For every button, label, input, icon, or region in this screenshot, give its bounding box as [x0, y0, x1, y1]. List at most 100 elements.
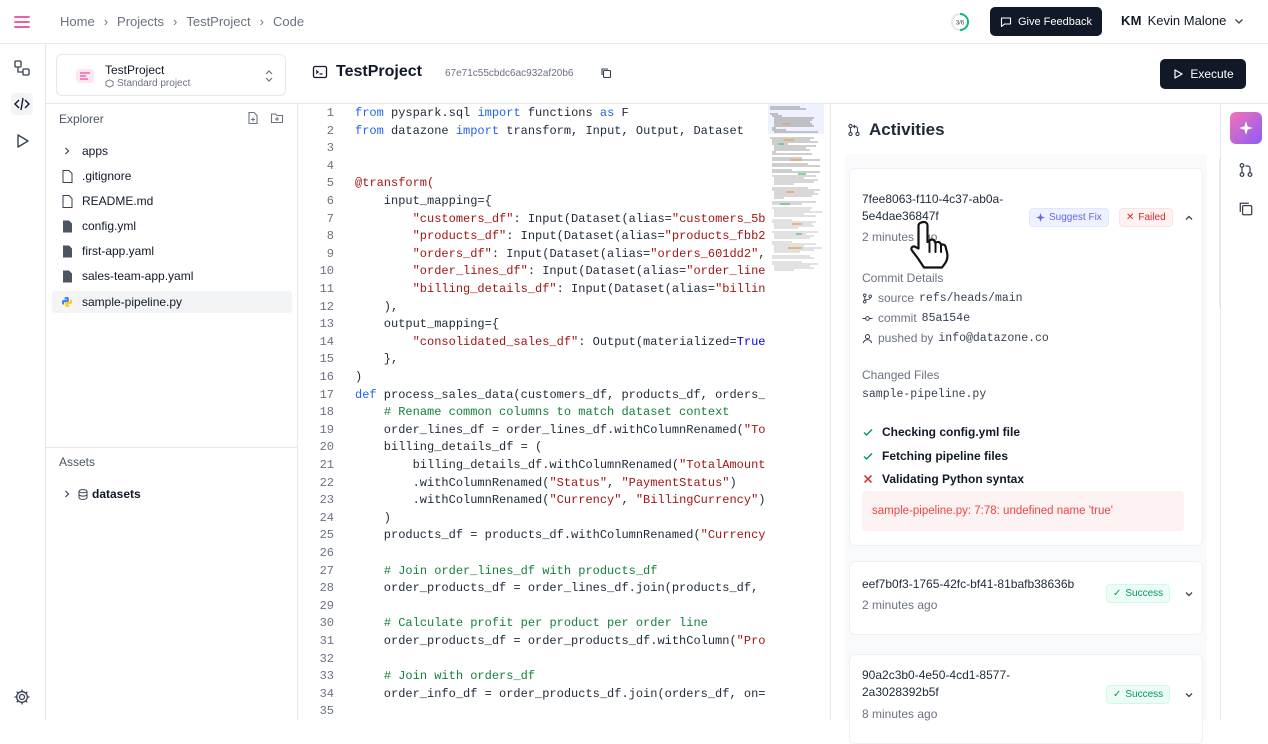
code-line: order_products_df = order_products_df.wi…: [355, 634, 765, 648]
tree-folder-datasets[interactable]: datasets: [52, 483, 292, 505]
new-folder-icon[interactable]: [270, 111, 284, 125]
chevron-up-icon[interactable]: [1183, 212, 1195, 224]
user-menu[interactable]: KM Kevin Malone: [1121, 13, 1246, 28]
line-number: 28: [319, 581, 334, 596]
chevron-right-icon: ›: [259, 14, 264, 29]
chevron-right-icon: [60, 146, 74, 156]
python-file-icon: [60, 296, 74, 308]
project-selector[interactable]: TestProject Standard project: [56, 54, 286, 96]
step-label: Validating Python syntax: [882, 472, 1025, 486]
code-line: "customers_df": Input(Dataset(alias="cus…: [412, 211, 765, 226]
settings-gear-icon[interactable]: [11, 686, 33, 708]
code-editor[interactable]: 1 2 3 4 5 6 7 8 9 10 11 12 13 14 15 16 17 18 19 20 21 22 23 24 2…: [298, 104, 830, 720]
assets-title: Assets: [59, 455, 96, 469]
chevron-up-down-icon: [263, 69, 275, 83]
pipelines-icon[interactable]: [11, 57, 33, 79]
project-name: TestProject: [105, 63, 165, 77]
code-line: ): [355, 370, 363, 384]
terminal-window-icon: [312, 65, 328, 79]
line-number: 23: [319, 493, 334, 508]
activity-time: 2 minutes ago: [862, 598, 938, 612]
tree-item-label: .gitignore: [82, 169, 132, 183]
chevron-right-icon: [60, 489, 74, 499]
tree-file-config[interactable]: config.yml: [52, 215, 292, 237]
code-line: "order_lines_df": Input(Dataset(alias="o…: [412, 264, 765, 279]
tree-item-label: README.md: [82, 194, 154, 208]
breadcrumb-project[interactable]: TestProject: [186, 14, 250, 29]
activity-card-failed[interactable]: 7fee8063-f110-4c37-ab0a-5e4dae36847f 2 m…: [849, 168, 1203, 546]
file-explorer: Explorer apps .gitignore README.md confi…: [46, 104, 298, 720]
commit-label: commit: [878, 311, 917, 325]
run-icon[interactable]: [11, 130, 33, 152]
pushed-value: info@datazone.co: [938, 331, 1049, 345]
line-number: 25: [319, 528, 334, 543]
activity-card-success[interactable]: eef7b0f3-1765-42fc-bf41-81bafb38636b 2 m…: [849, 561, 1203, 635]
code-line: ): [355, 510, 392, 525]
ai-assistant-sparkle-icon[interactable]: [1230, 112, 1262, 144]
chevron-down-icon[interactable]: [1183, 588, 1195, 600]
line-number: 34: [319, 686, 334, 701]
line-number: 6: [326, 194, 334, 208]
line-number: 26: [319, 546, 334, 560]
line-number: 16: [319, 370, 334, 384]
source-value: refs/heads/main: [919, 291, 1023, 305]
line-number: 27: [319, 563, 334, 578]
line-number: 5: [326, 176, 334, 191]
breadcrumb-current: Code: [273, 14, 305, 29]
tree-file-readme[interactable]: README.md: [52, 190, 292, 212]
onboarding-progress-ring[interactable]: 3/6: [950, 12, 970, 32]
code-line: billing_details_df = (: [355, 440, 543, 455]
line-number: 21: [319, 458, 334, 472]
execute-button[interactable]: Execute: [1160, 59, 1246, 89]
git-pull-request-icon[interactable]: [1238, 162, 1254, 178]
line-number: 13: [319, 317, 334, 332]
line-number: 33: [319, 669, 334, 684]
execute-label: Execute: [1190, 67, 1234, 81]
code-line: products_df = products_df.withColumnRena…: [355, 528, 765, 543]
activity-id: eef7b0f3-1765-42fc-bf41-81bafb38636b: [862, 577, 1075, 591]
file-icon: [60, 194, 74, 208]
chevron-down-icon[interactable]: [1183, 689, 1195, 701]
progress-label: 3/6: [956, 21, 965, 27]
activities-title: Activities: [869, 120, 945, 139]
commit-source: source refs/heads/main: [862, 291, 1023, 305]
new-file-icon[interactable]: [246, 111, 260, 125]
hamburger-menu-icon[interactable]: [12, 12, 32, 32]
code-line: # Join with orders_df: [383, 669, 536, 684]
line-number: 1: [326, 106, 334, 120]
code-line: },: [355, 352, 399, 367]
project-type: Standard project: [105, 78, 190, 89]
tree-file-gitignore[interactable]: .gitignore: [52, 165, 292, 187]
activity-card-success[interactable]: 90a2c3b0-4e50-4cd1-8577-2a3028392b5f 8 m…: [849, 654, 1203, 744]
copy-icon[interactable]: [1238, 201, 1254, 217]
step-label: Checking config.yml file: [882, 425, 1021, 439]
tree-file-sample-pipeline[interactable]: sample-pipeline.py: [52, 291, 292, 313]
tree-file-sales-team-app[interactable]: sales-team-app.yaml: [52, 265, 292, 287]
sparkle-icon: [1036, 213, 1045, 222]
give-feedback-button[interactable]: Give Feedback: [990, 7, 1102, 36]
breadcrumb-home[interactable]: Home: [60, 14, 95, 29]
line-number: 9: [326, 246, 334, 261]
code-minimap[interactable]: [768, 104, 824, 720]
code-line: "consolidated_sales_df": Output(material…: [412, 334, 765, 349]
file-title: TestProject: [312, 63, 422, 81]
check-icon: ✓: [1113, 689, 1122, 700]
activities-header: Activities: [847, 120, 945, 140]
code-icon[interactable]: [11, 93, 33, 115]
x-icon: [863, 474, 873, 484]
tree-folder-apps[interactable]: apps: [52, 140, 292, 162]
line-number: 32: [319, 651, 334, 666]
tree-file-first-app[interactable]: first-app.yaml: [52, 240, 292, 262]
breadcrumb-projects[interactable]: Projects: [117, 14, 164, 29]
copy-icon[interactable]: [600, 67, 612, 79]
suggest-fix-button[interactable]: Suggest Fix: [1029, 208, 1109, 227]
right-toolbar: [1220, 104, 1268, 720]
project-bar: TestProject Standard project TestProject…: [46, 44, 1268, 104]
give-feedback-label: Give Feedback: [1018, 15, 1092, 28]
code-line: from pyspark.sql import functions as F: [355, 106, 629, 120]
chevron-down-icon: [1235, 18, 1244, 24]
explorer-title: Explorer: [59, 112, 104, 126]
error-message: sample-pipeline.py: 7:78: undefined name…: [862, 491, 1184, 531]
tree-item-label: datasets: [92, 487, 141, 501]
git-commit-icon: [862, 315, 873, 321]
